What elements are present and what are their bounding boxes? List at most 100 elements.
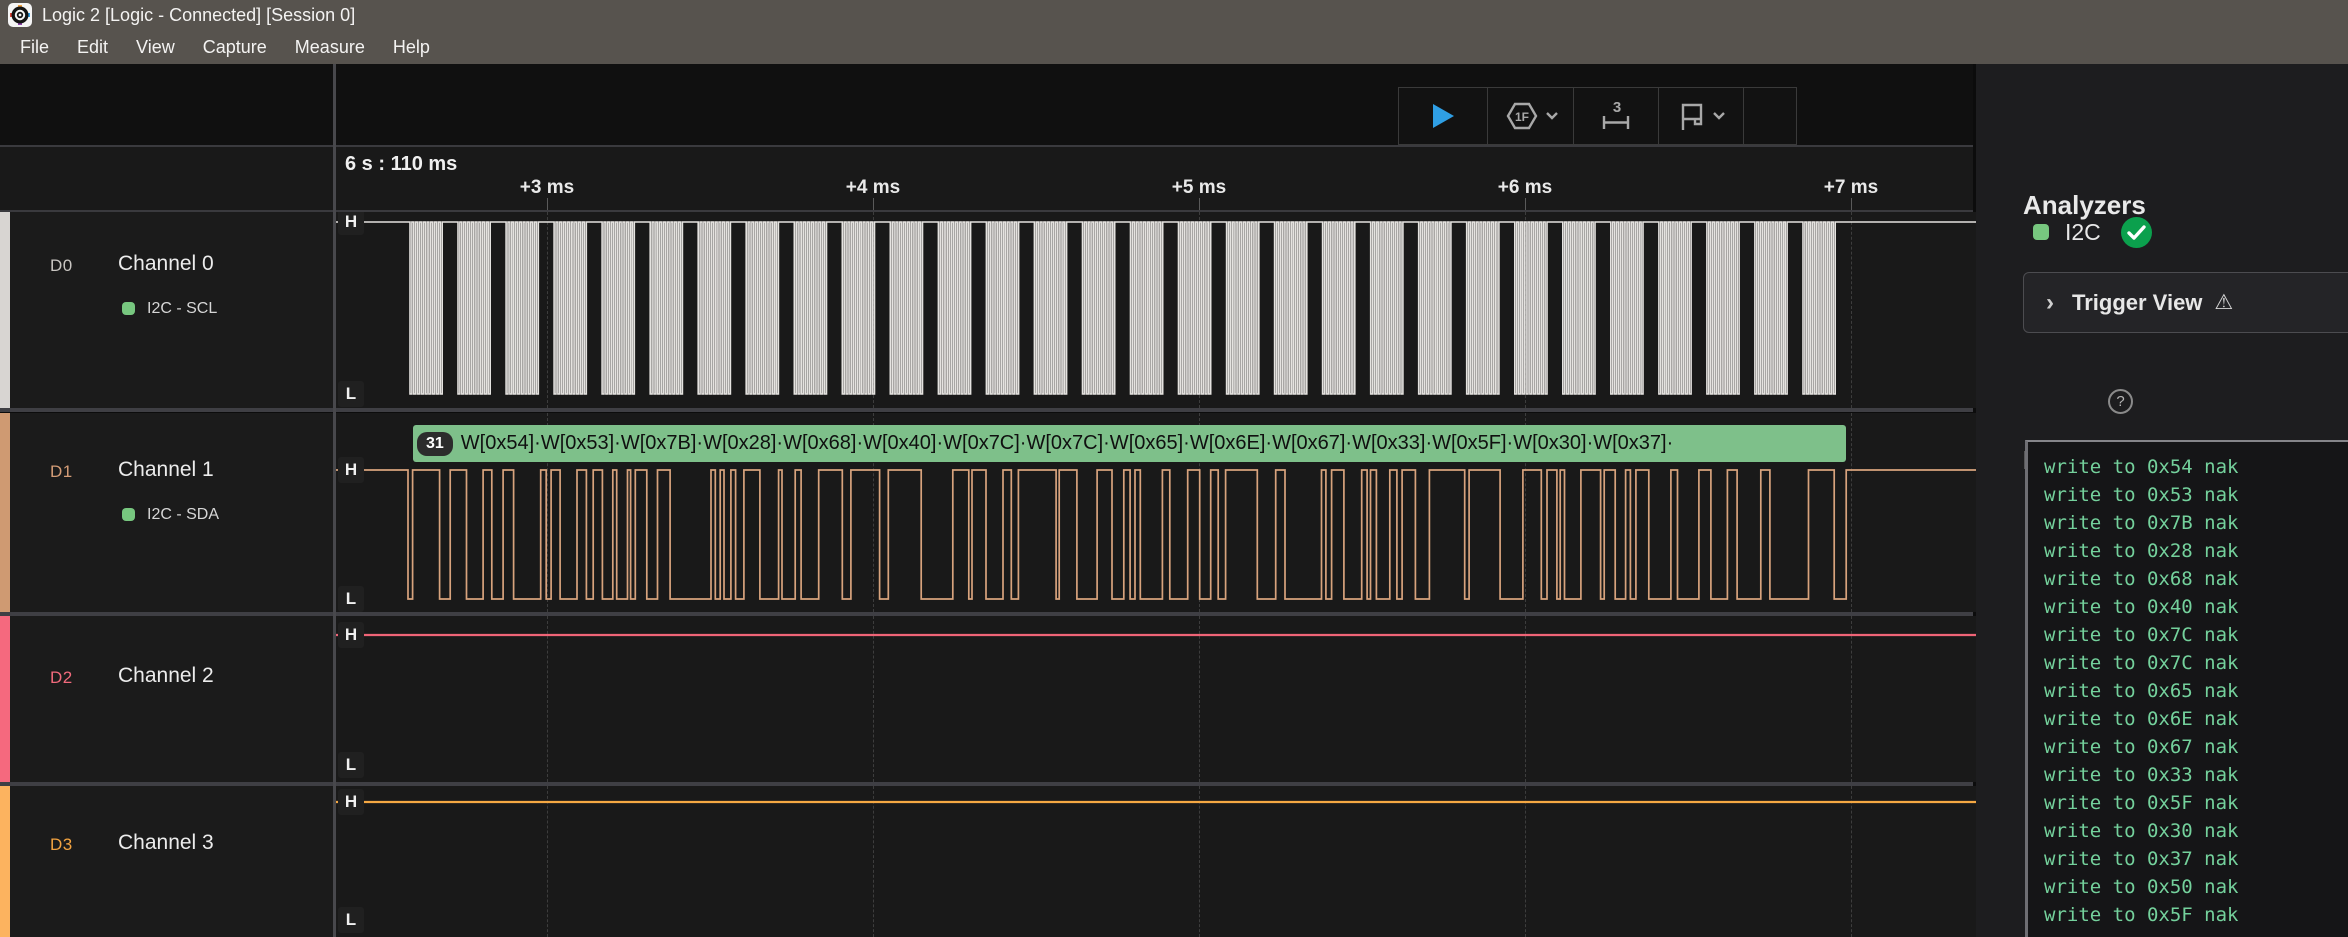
menu-item-edit[interactable]: Edit [63,30,122,64]
data-table-row[interactable]: write to 0x37 nak [2044,848,2238,870]
analyzer-color-dot [2033,224,2049,240]
high-level-marker: H [338,457,364,483]
timeline-tick-mark [873,198,874,210]
analyzer-color-dot [122,508,135,521]
svg-text:3: 3 [1613,99,1621,116]
channel-row-d2: D2 Channel 2 HL [0,616,1973,782]
timeline-tick-label: +5 ms [1172,177,1226,199]
waveform-area[interactable]: HL [336,212,1976,408]
channel-id: D3 [50,835,73,855]
channel-label[interactable]: D2 Channel 2 [10,616,333,782]
channel-row-d1: D1 Channel 1 I2C - SDA 31 W[0x54]·W[0x53]… [0,413,1973,612]
menu-item-view[interactable]: View [122,30,189,64]
timing-marker-icon: 3 [1598,99,1634,133]
timing-markers-button[interactable]: 3 [1573,88,1658,144]
channel-id: D0 [50,256,73,276]
analyzers-sidebar: Analyzers I2C › Trigger View ⚠ Data ? wr… [1976,64,2348,937]
signal-trace [336,786,1976,937]
low-level-marker: L [338,752,364,778]
data-table-row[interactable]: write to 0x65 nak [2044,680,2238,702]
i2c-decode-annotation[interactable]: 31 W[0x54]·W[0x53]·W[0x7B]·W[0x28]·W[0x68… [413,425,1846,462]
data-table-row[interactable]: write to 0x5F nak [2044,792,2238,814]
help-icon[interactable]: ? [2108,389,2133,414]
data-table-row[interactable]: write to 0x50 nak [2044,876,2238,898]
channel-row-d0: D0 Channel 0 I2C - SCL HL [0,212,1973,408]
channel-separator[interactable] [0,408,1973,412]
menu-bar: FileEditViewCaptureMeasureHelp [0,30,2348,64]
channel-analyzer-label: I2C - SCL [147,300,217,318]
data-table-row[interactable]: write to 0x7B nak [2044,512,2238,534]
data-table-row[interactable]: write to 0x54 nak [2044,456,2238,478]
waveform-area[interactable]: HL [336,616,1976,782]
waveform-area[interactable]: HL [336,786,1976,937]
capture-toolbar: 1F 3 [1398,87,1797,145]
menu-item-measure[interactable]: Measure [281,30,379,64]
timeline-tick-label: +7 ms [1824,177,1878,199]
channel-id: D2 [50,668,73,688]
timeline-tick-label: +4 ms [846,177,900,199]
analyzer-color-dot [122,302,135,315]
data-table-row[interactable]: write to 0x40 nak [2044,596,2238,618]
high-level-marker: H [338,622,364,648]
device-settings-button[interactable]: 1F [1487,88,1573,144]
data-table-row[interactable]: write to 0x53 nak [2044,484,2238,506]
channel-id: D1 [50,462,73,482]
data-table-row[interactable]: write to 0x6E nak [2044,708,2238,730]
flag-icon [1677,101,1707,131]
channel-analyzer-label: I2C - SDA [147,506,219,524]
timeline-tick-mark [1525,198,1526,210]
channel-color-strip [0,616,10,782]
data-table-row[interactable]: write to 0x33 nak [2044,764,2238,786]
timeline-ruler[interactable]: 6 s : 110 ms +3 ms +4 ms +5 ms +6 ms +7 ms [0,147,1973,212]
timeline-tick-mark [1199,198,1200,210]
channel-name: Channel 2 [118,664,214,688]
annotations-button[interactable] [1658,88,1743,144]
title-bar: Logic 2 [Logic - Connected] [Session 0] [0,0,2348,30]
app-icon [8,3,32,27]
data-table-row[interactable]: write to 0x7C nak [2044,624,2238,646]
toolbar-row: 1F 3 [0,64,1973,147]
svg-text:1F: 1F [1514,110,1528,124]
channel-row-d3: D3 Channel 3 HL [0,786,1973,937]
waveform-area[interactable]: 31 W[0x54]·W[0x53]·W[0x7B]·W[0x28]·W[0x68… [336,413,1976,612]
trigger-view-label: Trigger View [2072,290,2202,316]
chevron-down-icon [1713,112,1725,120]
menu-item-file[interactable]: File [6,30,63,64]
toolbar-spacer [1743,88,1796,144]
data-table-row[interactable]: write to 0x30 nak [2044,820,2238,842]
analyzer-status-check-icon [2121,217,2152,248]
data-table-row[interactable]: write to 0x28 nak [2044,540,2238,562]
channel-name: Channel 0 [118,252,214,276]
signal-trace [336,616,1976,782]
high-level-marker: H [338,789,364,815]
annotation-text: W[0x54]·W[0x53]·W[0x7B]·W[0x28]·W[0x68]·… [461,432,1673,455]
timeline-offset-label: 6 s : 110 ms [345,153,457,176]
data-table-row[interactable]: write to 0x7C nak [2044,652,2238,674]
data-table-row[interactable]: write to 0x5F nak [2044,904,2238,926]
analyzer-label: I2C [2065,215,2101,249]
channel-label[interactable]: D1 Channel 1 I2C - SDA [10,413,333,612]
menu-item-capture[interactable]: Capture [189,30,281,64]
timeline-tick-label: +3 ms [520,177,574,199]
timeline-tick-label: +6 ms [1498,177,1552,199]
analyzer-item-i2c[interactable]: I2C [1976,215,2348,255]
play-icon [1430,102,1456,130]
channel-label[interactable]: D0 Channel 0 I2C - SCL [10,212,333,408]
channel-label[interactable]: D3 Channel 3 [10,786,333,937]
channel-name: Channel 1 [118,458,214,482]
signal-trace [336,212,1976,408]
data-table[interactable]: write to 0x54 nak write to 0x53 nak write … [2025,440,2348,937]
timeline-tick-mark [1851,198,1852,210]
menu-item-help[interactable]: Help [379,30,444,64]
low-level-marker: L [338,586,364,612]
chevron-right-icon: › [2046,289,2054,317]
data-table-row[interactable]: write to 0x68 nak [2044,568,2238,590]
play-capture-button[interactable] [1399,88,1487,144]
data-table-row[interactable]: write to 0x67 nak [2044,736,2238,758]
trigger-view-button[interactable]: › Trigger View ⚠ [2023,272,2348,333]
low-level-marker: L [338,907,364,933]
annotation-count-badge: 31 [417,432,453,456]
warning-icon: ⚠ [2214,290,2233,315]
channel-color-strip [0,786,10,937]
window-title: Logic 2 [Logic - Connected] [Session 0] [42,0,355,30]
